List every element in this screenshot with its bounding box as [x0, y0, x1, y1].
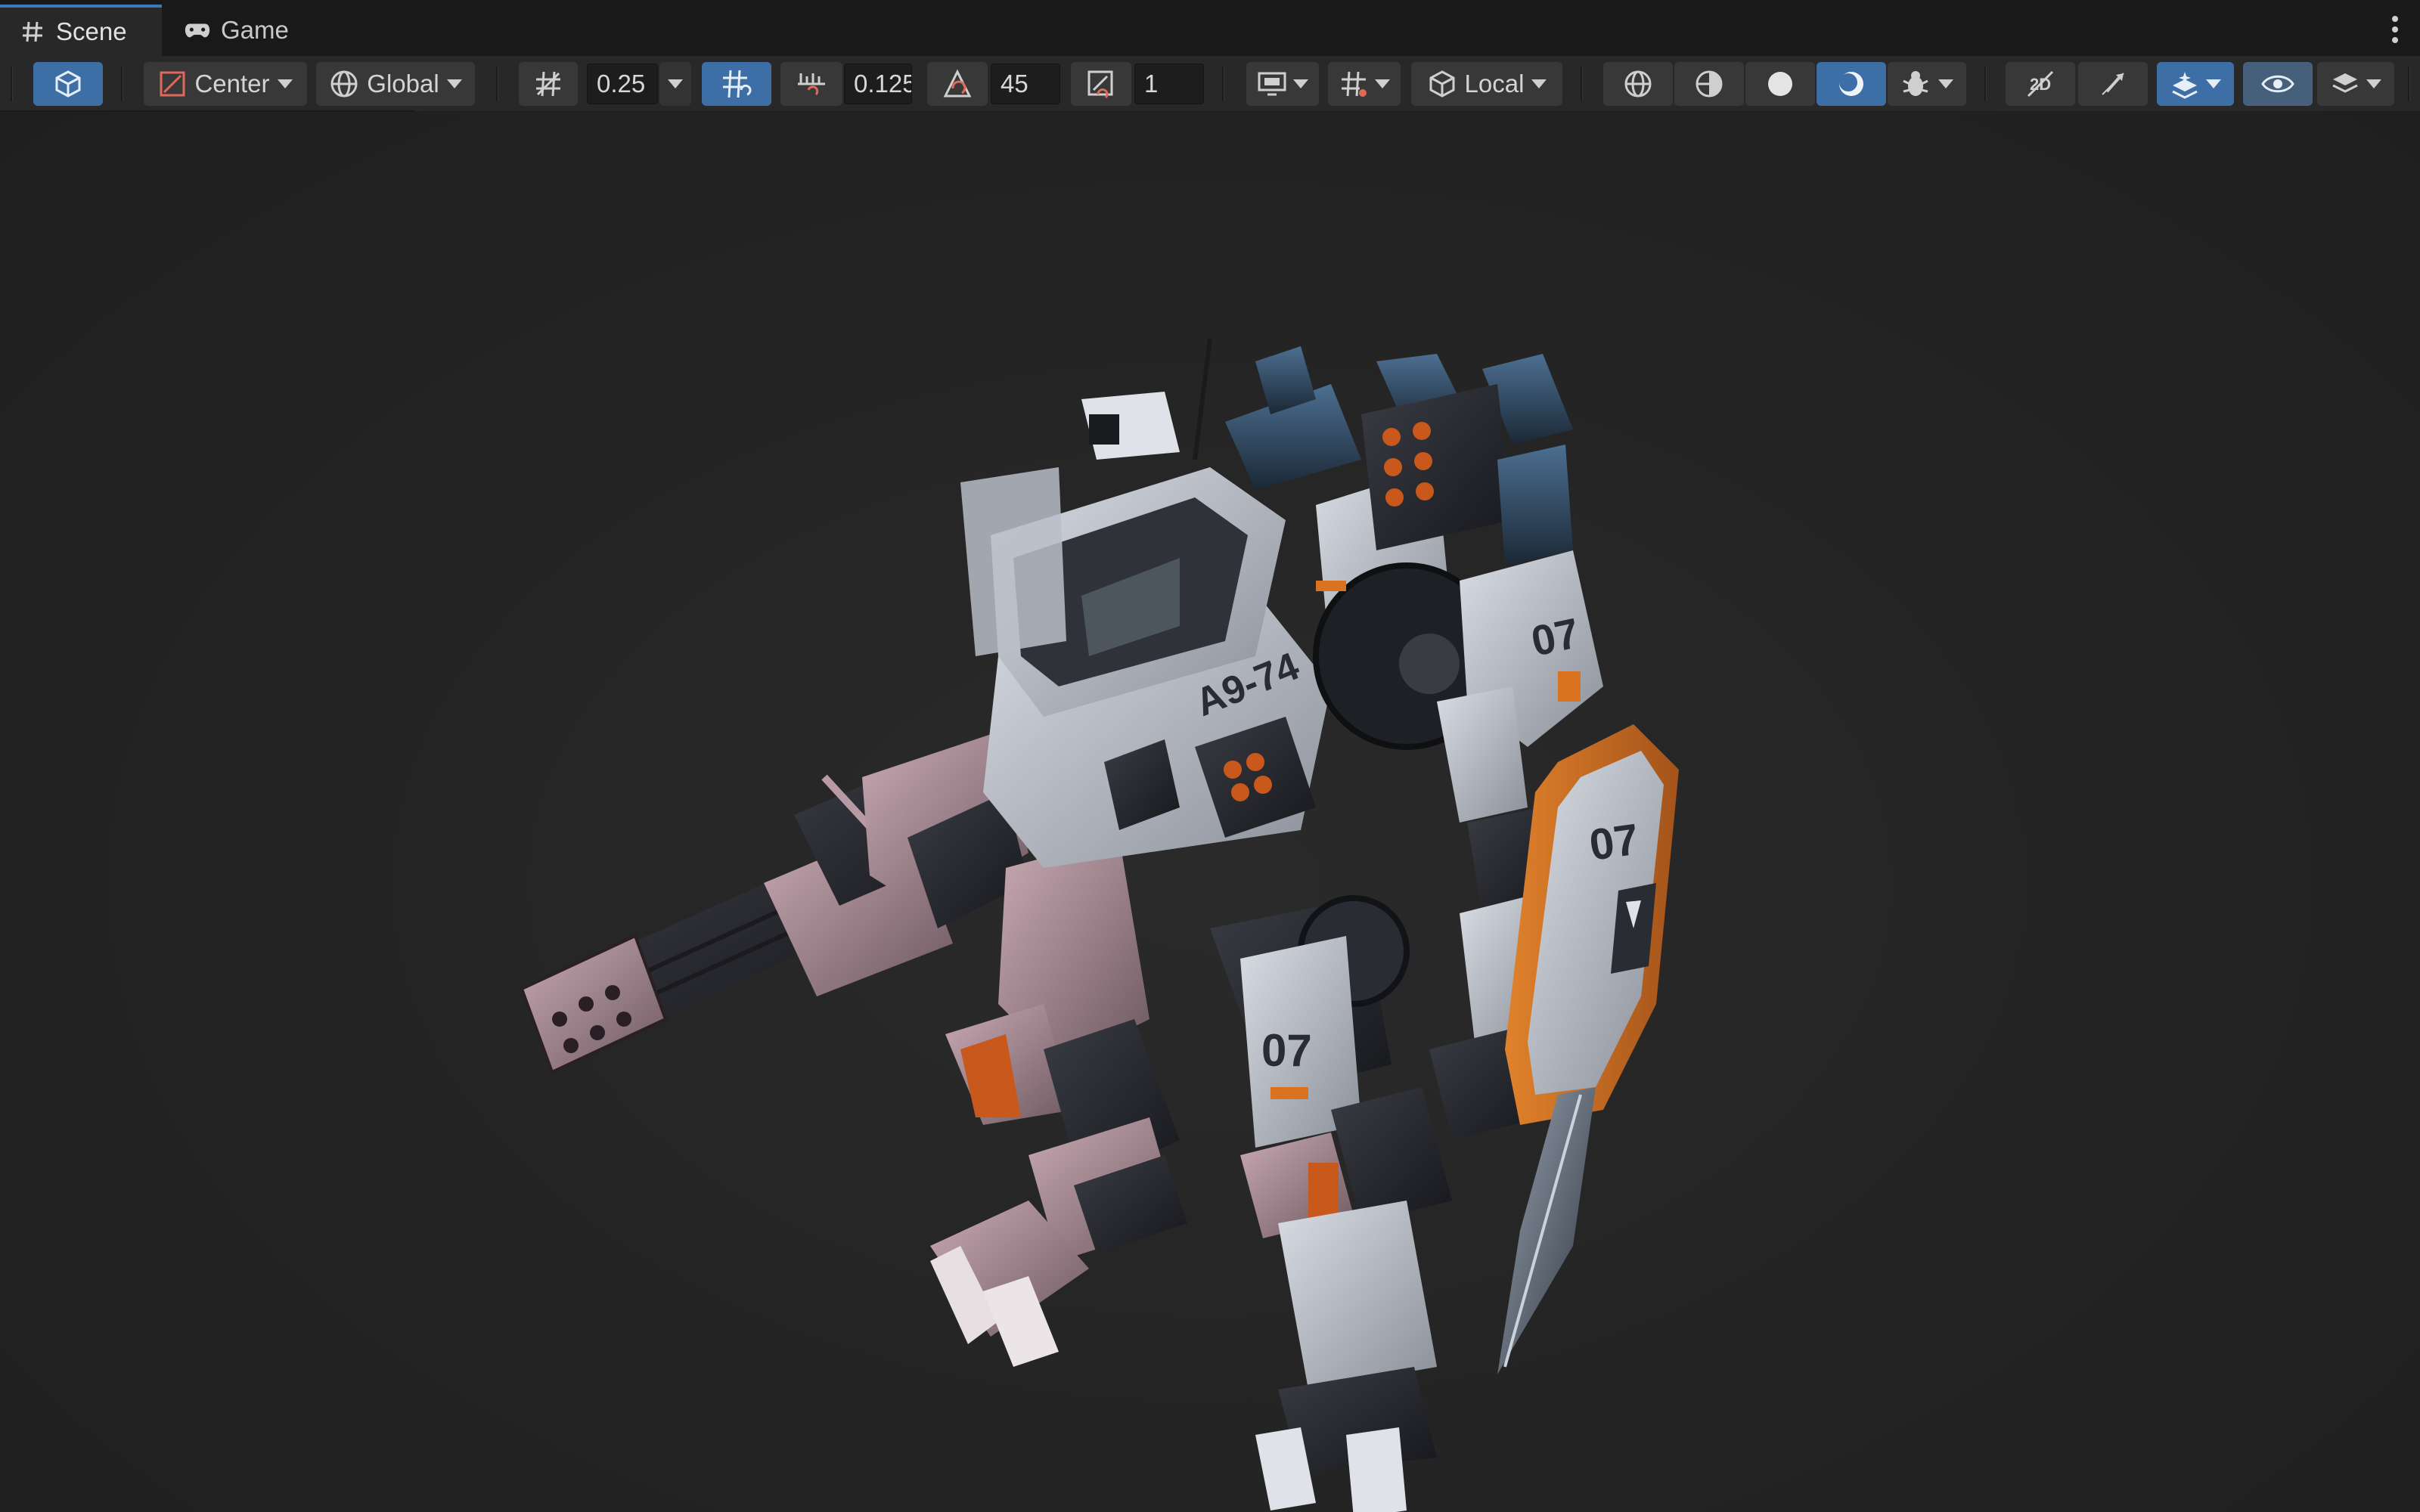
- chevron-down-icon: [668, 79, 683, 88]
- wireframe-sphere-icon: [1624, 70, 1652, 98]
- mech-robot-model[interactable]: 07 A9-74 07 07: [0, 112, 2420, 1512]
- eye-icon: [2261, 75, 2294, 93]
- pivot-mode-dropdown[interactable]: Center: [144, 62, 307, 106]
- more-options-icon[interactable]: [2390, 14, 2400, 45]
- globe-icon: [330, 70, 358, 98]
- increment-snap-button[interactable]: [780, 62, 842, 106]
- moon-sphere-icon: [1839, 72, 1863, 96]
- blade: [1497, 1087, 1596, 1374]
- chevron-down-icon: [1531, 79, 1547, 88]
- shaded-sphere-icon: [1768, 72, 1792, 96]
- light-off-icon: [2102, 73, 2124, 95]
- shaded-mode-button[interactable]: [1745, 62, 1815, 106]
- view-options-icon: [1258, 72, 1286, 96]
- gamepad-icon: [185, 17, 210, 43]
- handle-rotation-dropdown[interactable]: Global: [316, 62, 475, 106]
- toolbar-divider: [2408, 67, 2410, 101]
- grid-size-field[interactable]: 0.25: [587, 64, 658, 104]
- cube-icon: [55, 70, 81, 98]
- toolbar-divider: [496, 67, 498, 101]
- shield-decal-text: 07: [1587, 815, 1642, 870]
- window-tab-bar: Scene Game: [0, 0, 2420, 56]
- grid-hash-icon: [20, 19, 45, 45]
- scene-viewport[interactable]: 07 A9-74 07 07: [0, 112, 2420, 1512]
- shaded-wireframe-icon: [1696, 70, 1723, 98]
- rotation-snap-icon: [943, 69, 972, 98]
- scale-snap-icon: [1087, 70, 1113, 99]
- bug-icon: [1903, 71, 1928, 96]
- render-layers-dropdown[interactable]: [2317, 62, 2394, 106]
- chevron-down-icon: [1293, 79, 1308, 88]
- toolbar-divider: [1581, 67, 1583, 101]
- tool-handle-label: Local: [1464, 70, 1525, 98]
- right-leg: 07: [1210, 895, 1452, 1512]
- toolbar-divider: [1222, 67, 1224, 101]
- chevron-down-icon: [277, 79, 293, 88]
- grid-snap-toggle[interactable]: [702, 62, 771, 106]
- scene-toolbar: Center Global 0.25 0.125 45 1 Local: [0, 56, 2420, 112]
- tab-scene[interactable]: Scene: [0, 5, 162, 56]
- toolbar-divider: [121, 67, 123, 101]
- left-leg: [930, 838, 1187, 1367]
- increment-snap-field[interactable]: 0.125: [844, 64, 912, 104]
- grid-icon: [536, 71, 560, 97]
- chevron-down-icon: [2206, 79, 2221, 88]
- grid-size-dropdown[interactable]: [659, 62, 691, 106]
- chevron-down-icon: [446, 79, 462, 88]
- tab-scene-label: Scene: [56, 17, 127, 45]
- 2d-toggle-icon: 2D: [2027, 70, 2054, 98]
- leg-decal-text: 07: [1261, 1025, 1312, 1076]
- view-options-dropdown[interactable]: [1246, 62, 1319, 106]
- scene-visibility-toggle[interactable]: [2243, 62, 2313, 106]
- lighting-mode-button[interactable]: [1817, 62, 1886, 106]
- tab-game[interactable]: Game: [165, 5, 309, 56]
- tab-game-label: Game: [221, 16, 289, 44]
- shoulder-decal-text: 07: [1527, 609, 1583, 665]
- cube-local-icon: [1429, 70, 1455, 98]
- shaded-wireframe-mode-button[interactable]: [1674, 62, 1744, 106]
- grid-snap-icon: [723, 70, 752, 98]
- scene-lighting-toggle[interactable]: [2078, 62, 2148, 106]
- grid-visibility-button[interactable]: [519, 62, 578, 106]
- grid-snap-icon: [1342, 71, 1367, 97]
- toggle-2d-button[interactable]: 2D: [2006, 62, 2075, 106]
- chevron-down-icon: [1375, 79, 1390, 88]
- toolbar-divider: [1984, 67, 1987, 101]
- chevron-down-icon: [2366, 79, 2381, 88]
- pivot-center-icon: [160, 71, 185, 97]
- layers-effects-icon: [2172, 72, 2198, 99]
- pivot-mode-label: Center: [194, 70, 270, 98]
- tool-handle-dropdown[interactable]: Local: [1411, 62, 1562, 106]
- scene-effects-dropdown[interactable]: [2157, 62, 2234, 106]
- scale-snap-field[interactable]: 1: [1134, 64, 1204, 104]
- transform-tool-button[interactable]: [33, 62, 103, 106]
- rotation-snap-field[interactable]: 45: [991, 64, 1060, 104]
- increment-snap-icon: [798, 73, 825, 96]
- snapping-options-dropdown[interactable]: [1328, 62, 1401, 106]
- scale-snap-button[interactable]: [1071, 62, 1131, 106]
- toolbar-divider: [11, 67, 13, 101]
- wireframe-mode-button[interactable]: [1603, 62, 1673, 106]
- debug-draw-mode-dropdown[interactable]: [1888, 62, 1966, 106]
- chevron-down-icon: [1938, 79, 1953, 88]
- handle-rotation-label: Global: [367, 70, 439, 98]
- layers-icon: [2332, 73, 2358, 93]
- shield: 07: [1505, 724, 1679, 1125]
- rotation-snap-button[interactable]: [927, 62, 988, 106]
